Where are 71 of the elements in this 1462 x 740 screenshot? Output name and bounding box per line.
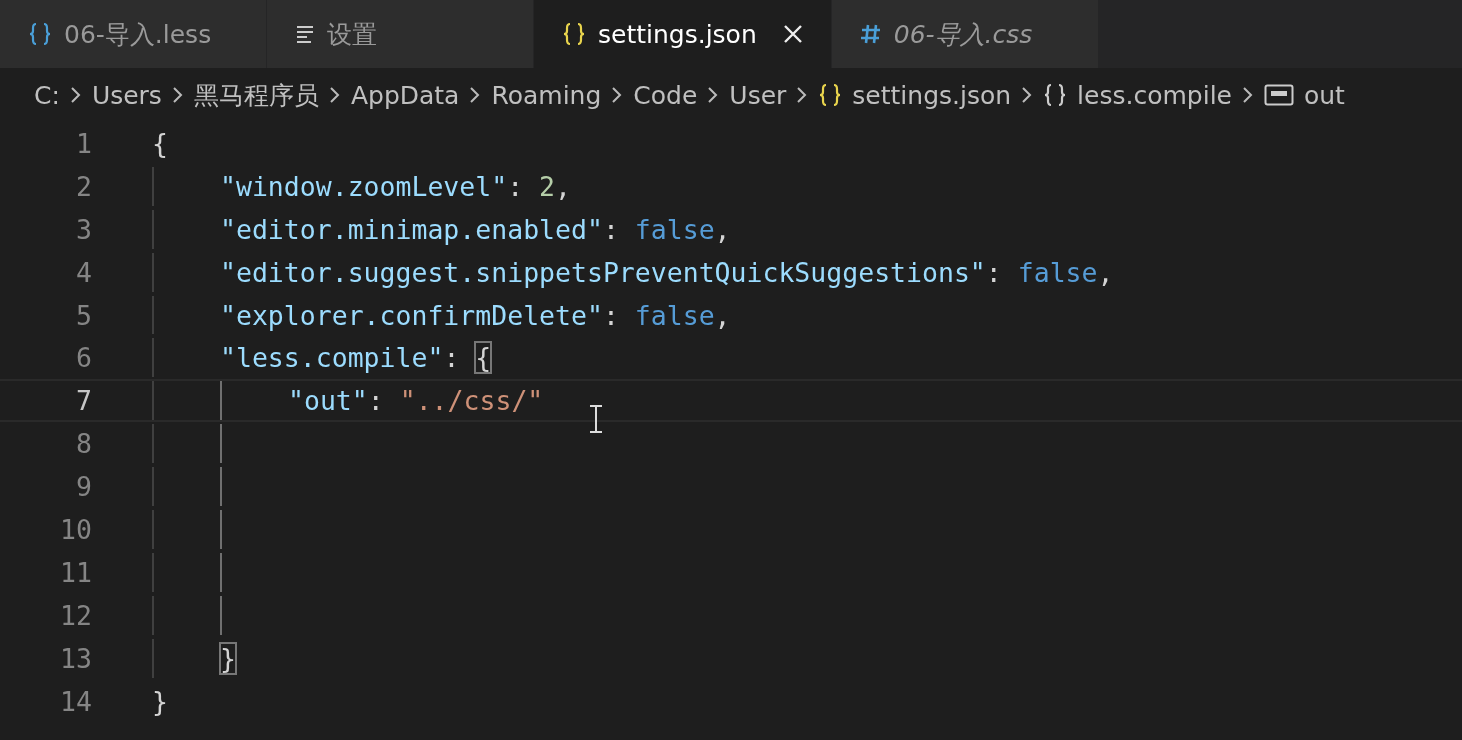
line-number: 11 bbox=[59, 556, 92, 588]
punctuation: { bbox=[152, 127, 168, 159]
lines-icon bbox=[295, 24, 315, 44]
string-value: "../css/" bbox=[399, 385, 544, 417]
breadcrumb-item[interactable]: less.compile bbox=[1077, 80, 1232, 110]
editor-tab[interactable]: 设置 bbox=[267, 0, 534, 68]
line-number: 13 bbox=[59, 642, 92, 674]
braces-icon bbox=[28, 21, 52, 47]
punctuation: , bbox=[1097, 256, 1114, 288]
number-value: 2 bbox=[539, 170, 556, 202]
braces-icon bbox=[818, 82, 843, 108]
breadcrumb-item[interactable]: Code bbox=[633, 80, 698, 110]
line-number: 6 bbox=[75, 342, 92, 374]
close-icon[interactable] bbox=[782, 24, 803, 44]
punctuation: : bbox=[602, 213, 620, 245]
chevron-icon bbox=[69, 85, 82, 105]
text-cursor-icon bbox=[588, 404, 604, 434]
boolean-value: false bbox=[634, 213, 715, 245]
punctuation: , bbox=[555, 170, 572, 202]
property-key: "out" bbox=[288, 385, 368, 417]
breadcrumb-item[interactable]: settings.json bbox=[852, 80, 1012, 110]
punctuation: : bbox=[367, 385, 385, 417]
chevron-icon bbox=[469, 85, 482, 105]
line-number: 8 bbox=[75, 428, 92, 460]
line-number: 3 bbox=[75, 213, 92, 245]
punctuation: : bbox=[602, 299, 620, 331]
punctuation: } bbox=[152, 685, 168, 717]
text-box-icon bbox=[1263, 83, 1294, 107]
chevron-icon bbox=[171, 85, 184, 105]
line-number: 12 bbox=[59, 599, 92, 631]
chevron-icon bbox=[1021, 85, 1034, 105]
editor-tab[interactable]: 06-导入.less bbox=[0, 0, 267, 68]
breadcrumb-item[interactable]: Users bbox=[91, 80, 162, 110]
breadcrumb-item[interactable]: AppData bbox=[350, 80, 460, 110]
property-key: "editor.suggest.snippetsPreventQuickSuggestions" bbox=[220, 256, 986, 288]
editor-tab[interactable]: settings.json bbox=[534, 0, 832, 68]
braces-icon bbox=[1043, 82, 1068, 108]
breadcrumb-item[interactable]: C: bbox=[34, 80, 60, 110]
line-number: 9 bbox=[75, 471, 92, 503]
braces-icon bbox=[562, 21, 586, 47]
chevron-icon bbox=[1241, 85, 1254, 105]
editor-tab[interactable]: 06-导入.css bbox=[831, 0, 1099, 68]
line-number: 1 bbox=[75, 127, 92, 159]
boolean-value: false bbox=[634, 299, 715, 331]
line-number: 2 bbox=[75, 170, 92, 202]
line-number: 5 bbox=[75, 299, 92, 331]
breadcrumb-item[interactable]: Roaming bbox=[491, 80, 602, 110]
property-key: "explorer.confirmDelete" bbox=[220, 299, 603, 331]
line-number: 4 bbox=[75, 256, 92, 288]
punctuation: : bbox=[985, 256, 1003, 288]
property-key: "window.zoomLevel" bbox=[220, 170, 508, 202]
chevron-icon bbox=[328, 85, 341, 105]
property-key: "less.compile" bbox=[220, 342, 444, 374]
line-number: 10 bbox=[59, 513, 92, 545]
breadcrumb-item[interactable]: out bbox=[1303, 80, 1345, 110]
property-key: "editor.minimap.enabled" bbox=[220, 213, 603, 245]
boolean-value: false bbox=[1017, 256, 1098, 288]
hash-icon bbox=[859, 23, 882, 45]
matched-bracket: } bbox=[220, 642, 236, 674]
punctuation: : bbox=[507, 170, 525, 202]
punctuation: : bbox=[443, 342, 461, 374]
matched-bracket: { bbox=[475, 342, 492, 374]
line-number: 7 bbox=[75, 385, 92, 417]
chevron-icon bbox=[611, 85, 624, 105]
breadcrumb-item[interactable]: 黑马程序员 bbox=[193, 78, 319, 112]
chevron-icon bbox=[796, 85, 809, 105]
chevron-icon bbox=[707, 85, 720, 105]
line-number: 14 bbox=[59, 685, 92, 717]
breadcrumb-item[interactable]: User bbox=[729, 80, 787, 110]
punctuation: , bbox=[714, 299, 731, 331]
punctuation: , bbox=[714, 213, 731, 245]
